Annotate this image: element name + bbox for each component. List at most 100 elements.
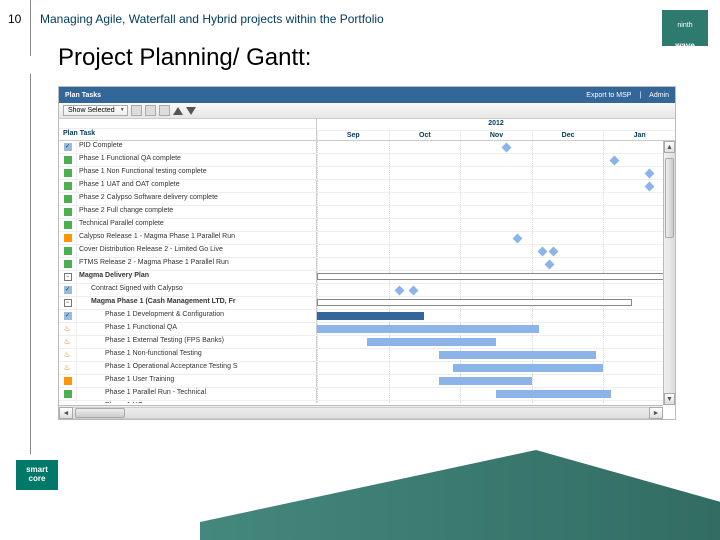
gantt-cell <box>317 180 675 192</box>
table-row[interactable]: ♨Phase 1 Operational Acceptance Testing … <box>59 362 675 375</box>
status-icon-cell: ✓ <box>59 310 77 322</box>
table-row[interactable]: Phase 1 User Training <box>59 375 675 388</box>
table-row[interactable]: ✓ Contract Signed with Calypso <box>59 284 675 297</box>
task-name[interactable]: Magma Phase 1 (Cash Management LTD, Fr <box>77 297 317 309</box>
task-name[interactable]: Magma Delivery Plan <box>77 271 317 283</box>
collapse-icon[interactable]: − <box>64 299 72 307</box>
gantt-bar[interactable] <box>367 338 496 346</box>
table-row[interactable]: Calypso Release 1 - Magma Phase 1 Parall… <box>59 232 675 245</box>
status-icon-cell <box>59 258 77 270</box>
gantt-cell <box>317 349 675 361</box>
status-icon-cell: ♨ <box>59 323 77 335</box>
task-name[interactable]: Phase 1 UG <box>77 401 317 403</box>
table-row[interactable]: Phase 1 Parallel Run - Technical <box>59 388 675 401</box>
months-row: SepOctNovDecJan <box>317 131 675 141</box>
task-name[interactable]: Phase 1 Non-functional Testing <box>77 349 317 361</box>
export-link[interactable]: Export to MSP <box>586 92 631 99</box>
admin-link[interactable]: Admin <box>649 92 669 99</box>
move-down-icon[interactable] <box>186 107 196 115</box>
status-icon-cell <box>59 154 77 166</box>
task-name[interactable]: Phase 2 Calypso Software delivery comple… <box>77 193 317 205</box>
move-up-icon[interactable] <box>173 107 183 115</box>
v-scroll-thumb[interactable] <box>665 158 674 238</box>
table-row[interactable]: Phase 1 UAT and OAT complete <box>59 180 675 193</box>
table-row[interactable]: −Magma Phase 1 (Cash Management LTD, Fr <box>59 297 675 310</box>
gantt-bar[interactable] <box>439 377 532 385</box>
task-name[interactable]: Phase 1 Non Functional testing complete <box>77 167 317 179</box>
h-scroll-thumb[interactable] <box>75 408 125 418</box>
view-selector[interactable]: Show Selected <box>63 105 128 116</box>
task-name[interactable]: Phase 1 UAT and OAT complete <box>77 180 317 192</box>
collapse-icon[interactable]: − <box>64 273 72 281</box>
task-name[interactable]: FTMS Release 2 - Magma Phase 1 Parallel … <box>77 258 317 270</box>
task-name[interactable]: Phase 1 Functional QA <box>77 323 317 335</box>
table-row[interactable]: FTMS Release 2 - Magma Phase 1 Parallel … <box>59 258 675 271</box>
check-icon: ✓ <box>64 286 72 294</box>
gantt-bar[interactable] <box>496 390 611 398</box>
table-row[interactable]: ♨Phase 1 Non-functional Testing <box>59 349 675 362</box>
task-name[interactable]: Phase 1 External Testing (FPS Banks) <box>77 336 317 348</box>
flame-icon: ♨ <box>64 338 72 346</box>
gantt-cell <box>317 232 675 244</box>
status-icon-cell <box>59 401 77 403</box>
table-row[interactable]: Phase 1 Non Functional testing complete <box>59 167 675 180</box>
toolbar-icon-1[interactable] <box>131 105 142 116</box>
table-row[interactable]: ✓Phase 1 Development & Configuration <box>59 310 675 323</box>
month-header: Dec <box>532 131 604 141</box>
status-square-icon <box>64 169 72 177</box>
gantt-bar[interactable] <box>317 325 539 333</box>
scroll-right-icon[interactable]: ► <box>649 407 663 419</box>
task-name[interactable]: Cover Distribution Release 2 - Limited G… <box>77 245 317 257</box>
logo-ninthwave: ninth wave <box>662 10 708 46</box>
table-row[interactable]: Phase 2 Full change complete <box>59 206 675 219</box>
toolbar-icon-3[interactable] <box>159 105 170 116</box>
task-name[interactable]: Phase 1 Functional QA complete <box>77 154 317 166</box>
task-name[interactable]: Phase 1 Operational Acceptance Testing S <box>77 362 317 374</box>
status-icon-cell: ✓ <box>59 284 77 296</box>
scroll-down-icon[interactable]: ▼ <box>664 393 675 405</box>
status-icon-cell: ✓ <box>59 141 77 153</box>
gantt-bar[interactable] <box>317 312 424 320</box>
gantt-cell <box>317 310 675 322</box>
table-row[interactable]: −Magma Delivery Plan <box>59 271 675 284</box>
gantt-bar[interactable] <box>439 351 597 359</box>
status-square-icon <box>64 260 72 268</box>
task-name[interactable]: Calypso Release 1 - Magma Phase 1 Parall… <box>77 232 317 244</box>
status-icon-cell <box>59 245 77 257</box>
horizontal-scrollbar[interactable]: ◄ ► <box>59 405 663 419</box>
status-icon-cell <box>59 167 77 179</box>
app-title: Plan Tasks <box>65 92 101 99</box>
gantt-cell <box>317 193 675 205</box>
gantt-bar[interactable] <box>317 273 675 280</box>
table-row[interactable]: Technical Parallel complete <box>59 219 675 232</box>
gantt-cell <box>317 167 675 179</box>
status-icon-cell: − <box>59 271 77 283</box>
toolbar-icon-2[interactable] <box>145 105 156 116</box>
table-row[interactable]: Cover Distribution Release 2 - Limited G… <box>59 245 675 258</box>
slide-subtitle: Managing Agile, Waterfall and Hybrid pro… <box>40 12 384 26</box>
gantt-bar[interactable] <box>317 299 632 306</box>
task-name[interactable]: Phase 2 Full change complete <box>77 206 317 218</box>
h-scroll-track[interactable] <box>73 407 649 419</box>
table-row[interactable]: ♨Phase 1 Functional QA <box>59 323 675 336</box>
table-row[interactable]: ♨ Phase 1 External Testing (FPS Banks) <box>59 336 675 349</box>
gantt-bar[interactable] <box>453 364 603 372</box>
table-row[interactable]: ✓PID Complete <box>59 141 675 154</box>
year-label: 2012 <box>317 119 675 131</box>
v-scroll-track[interactable] <box>664 154 675 392</box>
task-name[interactable]: Contract Signed with Calypso <box>77 284 317 296</box>
task-name[interactable]: Phase 1 User Training <box>77 375 317 387</box>
footer-decoration <box>200 450 720 540</box>
scroll-up-icon[interactable]: ▲ <box>664 141 675 153</box>
table-row[interactable]: Phase 1 UG <box>59 401 675 403</box>
task-name[interactable]: Phase 1 Parallel Run - Technical <box>77 388 317 400</box>
month-header: Sep <box>317 131 389 141</box>
table-row[interactable]: Phase 1 Functional QA complete <box>59 154 675 167</box>
vertical-scrollbar[interactable]: ▲ ▼ <box>663 141 675 405</box>
task-name[interactable]: Phase 1 Development & Configuration <box>77 310 317 322</box>
table-row[interactable]: Phase 2 Calypso Software delivery comple… <box>59 193 675 206</box>
gantt-cell <box>317 271 675 283</box>
scroll-left-icon[interactable]: ◄ <box>59 407 73 419</box>
task-name[interactable]: Technical Parallel complete <box>77 219 317 231</box>
task-name[interactable]: PID Complete <box>77 141 317 153</box>
